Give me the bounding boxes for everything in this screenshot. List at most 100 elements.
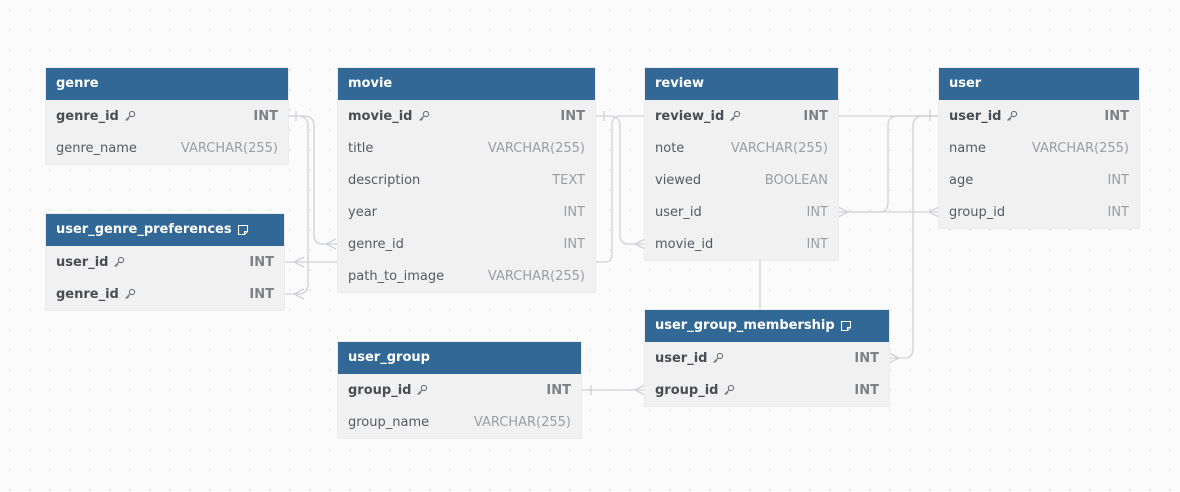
table-header[interactable]: user [939,68,1139,100]
table-row[interactable]: group_id INT [939,196,1139,228]
table-genre[interactable]: genre genre_id INT genre_name VARCHAR(255) [46,68,288,164]
table-row[interactable]: movie_id INT [645,228,838,260]
table-row[interactable]: user_id INT [939,100,1139,132]
field-name-text: group_id [655,382,719,398]
table-title: user_group [348,350,430,365]
field-name: movie_id [348,109,430,124]
table-row[interactable]: genre_name VARCHAR(255) [46,132,288,164]
field-name-text: path_to_image [348,268,445,284]
field-name-text: name [949,140,986,156]
field-name: genre_id [56,287,136,302]
crow-foot-mark [888,352,901,364]
table-title: user_group_membership [655,318,835,333]
field-name-text: group_name [348,414,430,430]
edge-review-movie [595,115,645,245]
field-name: note [655,141,684,156]
edge-membership-user [889,115,939,359]
field-type: TEXT [552,172,585,188]
field-name: user_id [56,255,125,270]
field-type: INT [854,382,879,398]
table-user-group[interactable]: user_group group_id INT group_name VARCHAR(2… [338,342,581,438]
table-header[interactable]: user_group [338,342,581,374]
field-type: VARCHAR(255) [487,140,585,156]
table-row[interactable]: viewed BOOLEAN [645,164,838,196]
field-type: INT [1107,172,1130,188]
key-icon [1006,110,1018,122]
field-name: viewed [655,173,701,188]
table-header[interactable]: movie [338,68,595,100]
field-name-text: movie_id [655,236,714,252]
key-icon [416,384,428,396]
table-title: review [655,76,704,91]
field-type: VARCHAR(255) [473,414,571,430]
table-row[interactable]: note VARCHAR(255) [645,132,838,164]
table-header[interactable]: review [645,68,838,100]
table-header[interactable]: user_group_membership [645,310,889,342]
table-row[interactable]: genre_id INT [46,100,288,132]
table-row[interactable]: movie_id INT [338,100,595,132]
diagram-canvas: genre genre_id INT genre_name VARCHAR(255) us… [0,0,1180,492]
field-type: INT [806,204,829,220]
table-user-group-membership[interactable]: user_group_membership user_id INT group_id I… [645,310,889,406]
table-title: user_genre_preferences [56,222,232,237]
table-row[interactable]: user_id INT [645,196,838,228]
crow-foot-mark [292,288,305,300]
table-row[interactable]: group_id INT [338,374,581,406]
note-icon[interactable] [237,224,249,236]
table-title: user [949,76,982,91]
table-row[interactable]: age INT [939,164,1139,196]
table-header[interactable]: user_genre_preferences [46,214,284,246]
table-row[interactable]: group_id INT [645,374,889,406]
crow-foot-mark [292,256,305,268]
field-type: INT [806,236,829,252]
table-row[interactable]: genre_id INT [338,228,595,260]
table-user-genre-preferences[interactable]: user_genre_preferences user_id INT genre_id… [46,214,284,310]
key-icon [418,110,430,122]
key-icon [712,352,724,364]
table-row[interactable]: path_to_image VARCHAR(255) [338,260,595,292]
table-movie[interactable]: movie movie_id INT title VARCHAR(255) descrip… [338,68,595,292]
field-name-text: review_id [655,108,725,124]
table-header[interactable]: genre [46,68,288,100]
field-type: INT [560,108,585,124]
table-row[interactable]: year INT [338,196,595,228]
table-row[interactable]: name VARCHAR(255) [939,132,1139,164]
table-row[interactable]: user_id INT [645,342,889,374]
field-type: VARCHAR(255) [180,140,278,156]
field-name: group_id [348,383,428,398]
field-name: description [348,173,420,188]
field-type: BOOLEAN [764,172,828,188]
field-name-text: year [348,204,378,220]
table-row[interactable]: title VARCHAR(255) [338,132,595,164]
field-name-text: genre_id [56,286,119,302]
table-row[interactable]: description TEXT [338,164,595,196]
field-name: title [348,141,373,156]
table-row[interactable]: genre_id INT [46,278,284,310]
key-icon [113,256,125,268]
table-title: genre [56,76,99,91]
note-icon[interactable] [840,320,852,332]
table-row[interactable]: group_name VARCHAR(255) [338,406,581,438]
key-icon [729,110,741,122]
crow-foot-mark [633,238,646,250]
field-name-text: viewed [655,172,702,188]
field-name-text: note [655,140,685,156]
field-name: name [949,141,986,156]
field-name-text: age [949,172,974,188]
field-name: genre_id [56,109,136,124]
crow-foot-mark [633,384,646,396]
field-type: INT [854,350,879,366]
table-row[interactable]: review_id INT [645,100,838,132]
table-review[interactable]: review review_id INT note VARCHAR(255) viewed… [645,68,838,260]
key-icon [723,384,735,396]
field-name: user_id [655,205,702,220]
table-user[interactable]: user user_id INT name VARCHAR(255) age INT grou… [939,68,1139,228]
crow-foot-mark [837,206,850,218]
field-type: INT [803,108,828,124]
field-name: group_id [655,383,735,398]
table-row[interactable]: user_id INT [46,246,284,278]
field-type: VARCHAR(255) [487,268,585,284]
field-name: movie_id [655,237,713,252]
field-name: genre_id [348,237,404,252]
crow-foot-mark [927,206,940,218]
